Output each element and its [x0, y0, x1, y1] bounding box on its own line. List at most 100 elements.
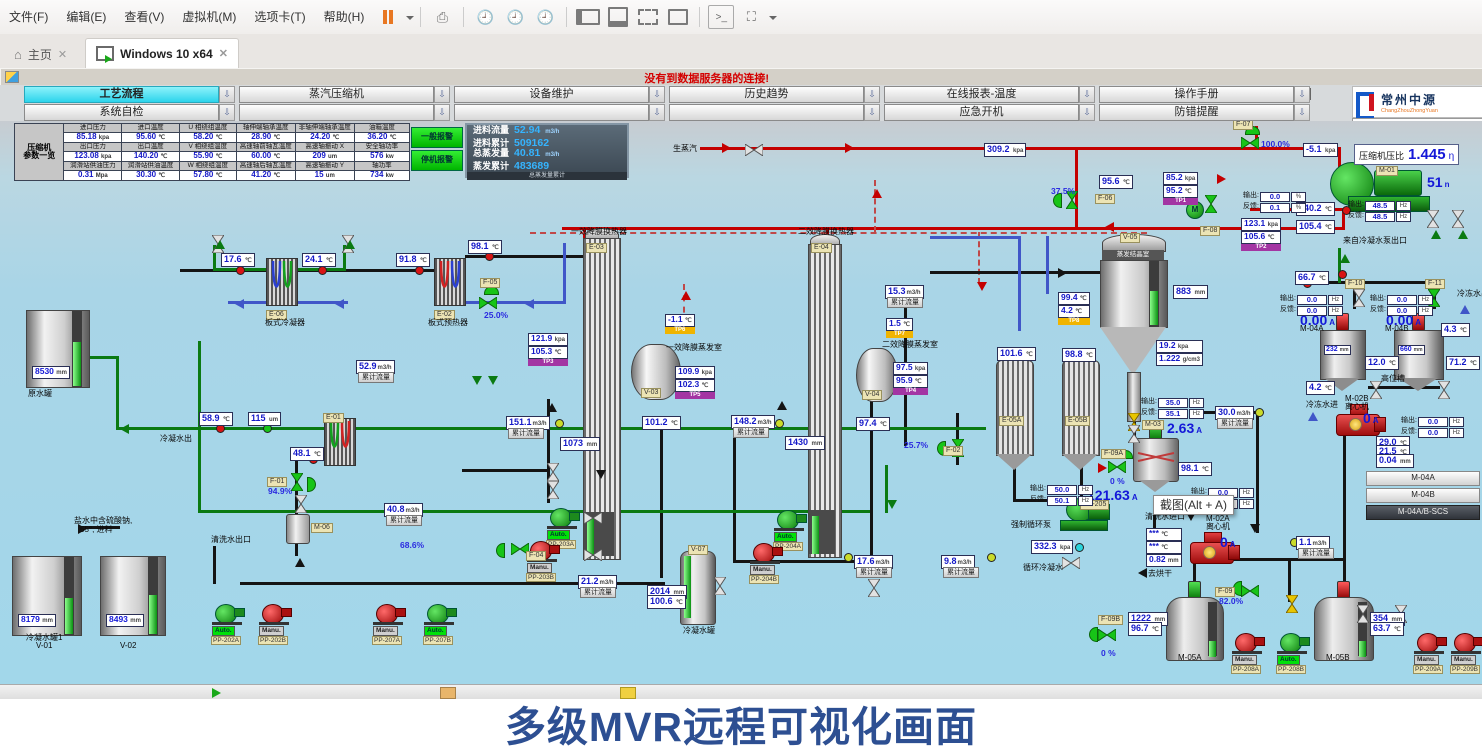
- totalizer-button[interactable]: 累计流量: [733, 427, 769, 438]
- valve[interactable]: [1241, 136, 1259, 148]
- high-level-tank[interactable]: 660 mm: [1394, 330, 1444, 380]
- nav-button[interactable]: [454, 104, 649, 121]
- nav-button[interactable]: 操作手册: [1099, 86, 1294, 103]
- snapshot-revert-icon[interactable]: 🕘: [502, 5, 528, 29]
- valve[interactable]: [1129, 425, 1141, 443]
- tab-vm[interactable]: Windows 10 x64 ✕: [85, 38, 239, 68]
- pump-PP-202B[interactable]: Manu. PP-202B: [258, 602, 294, 644]
- close-icon[interactable]: ✕: [219, 47, 228, 60]
- plate-heat-exchanger[interactable]: [266, 258, 298, 306]
- forced-circ-heater[interactable]: [996, 360, 1034, 456]
- totalizer-button[interactable]: 累计流量: [358, 372, 394, 383]
- menu-item[interactable]: 虚拟机(M): [173, 10, 245, 24]
- totalizer-button[interactable]: 累计流量: [1217, 418, 1253, 429]
- alarm-button[interactable]: 停机报警: [411, 150, 463, 171]
- totalizer-button[interactable]: 累计流量: [887, 297, 923, 308]
- nav-arrow-button[interactable]: ⇩: [434, 104, 450, 121]
- valve[interactable]: [584, 548, 602, 560]
- equipment-select-button[interactable]: M-04A/B-SCS: [1366, 505, 1480, 520]
- nav-arrow-button[interactable]: ⇩: [1294, 86, 1310, 103]
- nav-button[interactable]: [669, 104, 864, 121]
- menu-item[interactable]: 文件(F): [0, 10, 57, 24]
- storage-tank[interactable]: 8493 mm: [100, 556, 166, 636]
- plate-heat-exchanger[interactable]: [324, 418, 356, 466]
- menu-item[interactable]: 选项卡(T): [245, 10, 314, 24]
- nav-button[interactable]: 系统自检: [24, 104, 219, 121]
- nav-arrow-button[interactable]: ⇩: [219, 104, 235, 121]
- valve[interactable]: [479, 296, 497, 308]
- send-ctrl-alt-del-icon[interactable]: ⎙: [429, 5, 455, 29]
- equipment-select-button[interactable]: M-04A: [1366, 471, 1480, 486]
- nav-button[interactable]: 历史趋势: [669, 86, 864, 103]
- valve[interactable]: [296, 495, 308, 513]
- nav-arrow-button[interactable]: ⇩: [649, 86, 665, 103]
- nav-button[interactable]: 防错提醒: [1099, 104, 1294, 121]
- storage-tank[interactable]: 8179 mm: [12, 556, 82, 636]
- valve[interactable]: [1287, 595, 1299, 613]
- pump-PP-207A[interactable]: Manu. PP-207A: [372, 602, 408, 644]
- totalizer-button[interactable]: 累计流量: [1298, 548, 1334, 559]
- nav-button[interactable]: 应急开机: [884, 104, 1079, 121]
- valve[interactable]: [1062, 556, 1080, 568]
- nav-arrow-button[interactable]: ⇩: [1079, 86, 1095, 103]
- nav-arrow-button[interactable]: ⇩: [649, 104, 665, 121]
- v05-body[interactable]: [1100, 260, 1168, 328]
- taskbar-icon[interactable]: [620, 687, 636, 699]
- fullscreen-icon[interactable]: ⛶: [738, 5, 764, 29]
- plate-heat-exchanger[interactable]: [434, 258, 466, 306]
- fit-guest-icon[interactable]: [635, 5, 661, 29]
- valve[interactable]: [584, 511, 602, 523]
- valve[interactable]: [1206, 195, 1218, 213]
- valve[interactable]: [869, 579, 881, 597]
- nav-arrow-button[interactable]: ⇩: [434, 86, 450, 103]
- valve[interactable]: [548, 481, 560, 499]
- crystallizer-tank[interactable]: [1166, 597, 1224, 661]
- run-icon[interactable]: [212, 688, 226, 698]
- forced-circ-heater[interactable]: [1062, 360, 1100, 456]
- snapshot-take-icon[interactable]: 🕘: [472, 5, 498, 29]
- valve[interactable]: [1358, 605, 1370, 623]
- nav-button[interactable]: [239, 104, 434, 121]
- valve[interactable]: [292, 473, 304, 491]
- storage-tank[interactable]: 8530 mm: [26, 310, 90, 388]
- pump-PP-202A[interactable]: Auto. PP-202A: [211, 602, 247, 644]
- nav-arrow-button[interactable]: ⇩: [864, 104, 880, 121]
- totalizer-button[interactable]: 累计流量: [943, 567, 979, 578]
- console-icon[interactable]: >_: [708, 5, 734, 29]
- totalizer-button[interactable]: 累计流量: [580, 587, 616, 598]
- valve[interactable]: [1098, 628, 1116, 640]
- menu-item[interactable]: 编辑(E): [57, 10, 115, 24]
- taskbar-icon[interactable]: [440, 687, 456, 699]
- menu-item[interactable]: 帮助(H): [315, 10, 374, 24]
- totalizer-button[interactable]: 累计流量: [508, 428, 544, 439]
- alarm-button[interactable]: 一般报警: [411, 127, 463, 148]
- valve[interactable]: [1439, 381, 1451, 399]
- pause-icon[interactable]: [375, 5, 401, 29]
- valve[interactable]: [1241, 584, 1259, 596]
- totalizer-button[interactable]: 累计流量: [856, 567, 892, 578]
- nav-button[interactable]: 工艺流程: [24, 86, 219, 103]
- pause-dropdown-caret[interactable]: [406, 16, 414, 24]
- nav-button[interactable]: 在线报表-温度: [884, 86, 1079, 103]
- close-icon[interactable]: ✕: [58, 48, 67, 61]
- valve[interactable]: [715, 577, 727, 595]
- split-horizontal-icon[interactable]: [605, 5, 631, 29]
- pump-PP-209B[interactable]: Manu. PP-209B: [1450, 631, 1482, 673]
- nav-arrow-button[interactable]: ⇩: [864, 86, 880, 103]
- mixer-tank[interactable]: [1133, 438, 1179, 482]
- nav-arrow-button[interactable]: ⇩: [1079, 104, 1095, 121]
- pump-PP-207B[interactable]: Auto. PP-207B: [423, 602, 459, 644]
- snapshot-manager-icon[interactable]: 🕘: [532, 5, 558, 29]
- high-level-tank[interactable]: 232 mm: [1320, 330, 1366, 380]
- valve[interactable]: [745, 143, 763, 155]
- equipment-select-button[interactable]: M-04B: [1366, 488, 1480, 503]
- nav-arrow-button[interactable]: ⇩: [1294, 104, 1310, 121]
- totalizer-button[interactable]: 累计流量: [386, 515, 422, 526]
- valve[interactable]: [548, 463, 560, 481]
- nav-button[interactable]: 蒸汽压缩机: [239, 86, 434, 103]
- pump-PP-209A[interactable]: Manu. PP-209A: [1413, 631, 1449, 673]
- menu-item[interactable]: 查看(V): [115, 10, 173, 24]
- valve[interactable]: [1371, 381, 1383, 399]
- pump-PP-208A[interactable]: Manu. PP-208A: [1231, 631, 1267, 673]
- tab-home[interactable]: ⌂ 主页 ✕: [4, 40, 77, 68]
